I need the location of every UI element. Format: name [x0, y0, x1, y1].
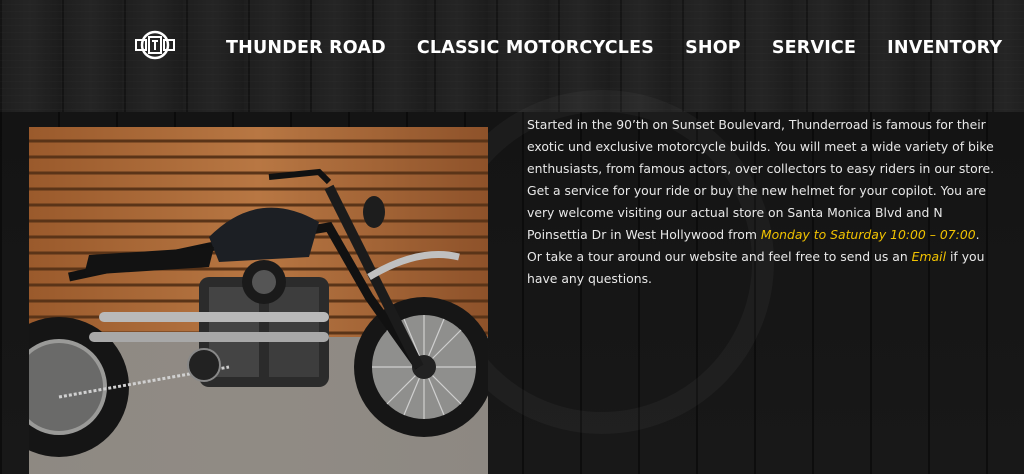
store-introduction: Started in the 90’th on Sunset Boulevard…: [527, 114, 997, 290]
nav-item-shop[interactable]: SHOP: [685, 38, 741, 58]
site-header: THUNDER ROAD CLASSIC MOTORCYCLES SHOP SE…: [0, 0, 1024, 100]
opening-hours: Monday to Saturday 10:00 – 07:00: [760, 227, 976, 242]
nav-item-thunder-road[interactable]: THUNDER ROAD: [226, 38, 386, 58]
nav-item-inventory[interactable]: INVENTORY: [887, 38, 1002, 58]
nav-item-classic-motorcycles[interactable]: CLASSIC MOTORCYCLES: [417, 38, 654, 58]
motorcycle-photo: [29, 127, 488, 474]
main-navigation: THUNDER ROAD CLASSIC MOTORCYCLES SHOP SE…: [226, 38, 1024, 58]
thunderroad-crest-icon[interactable]: [134, 28, 176, 62]
nav-item-service[interactable]: SERVICE: [772, 38, 856, 58]
email-link[interactable]: Email: [912, 249, 946, 264]
intro-text: Started in the 90’th on Sunset Boulevard…: [527, 117, 995, 242]
